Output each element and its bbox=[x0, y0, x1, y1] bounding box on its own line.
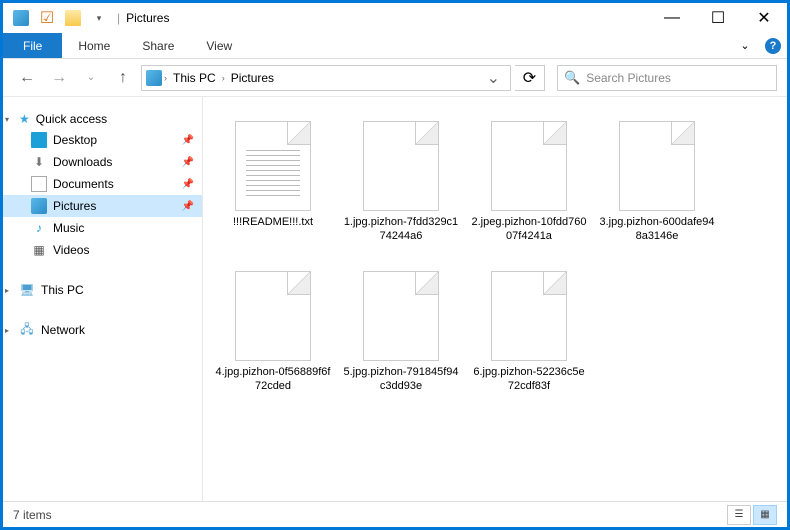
pin-icon: 📌 bbox=[182, 157, 194, 168]
sidebar-item-documents[interactable]: Documents 📌 bbox=[3, 173, 202, 195]
pin-icon: 📌 bbox=[182, 179, 194, 190]
sidebar-item-desktop[interactable]: Desktop 📌 bbox=[3, 129, 202, 151]
textfile-icon bbox=[235, 121, 311, 211]
recent-locations-button[interactable]: ⌄ bbox=[77, 64, 105, 92]
network-icon: 🖧 bbox=[19, 322, 35, 338]
sidebar-item-music[interactable]: ♪ Music bbox=[3, 217, 202, 239]
tab-home[interactable]: Home bbox=[62, 33, 126, 58]
download-icon: ⬇ bbox=[31, 154, 47, 170]
up-button[interactable]: ↑ bbox=[109, 64, 137, 92]
maximize-button[interactable]: ☐ bbox=[695, 3, 741, 33]
location-icon bbox=[146, 70, 162, 86]
pictures-icon bbox=[31, 198, 47, 214]
file-icon bbox=[491, 121, 567, 211]
view-details-button[interactable]: ☰ bbox=[727, 505, 751, 525]
file-label: !!!README!!!.txt bbox=[233, 215, 313, 229]
video-icon: ▦ bbox=[31, 242, 47, 258]
window-title: Pictures bbox=[126, 11, 169, 25]
address-dropdown-icon[interactable]: ⌄ bbox=[481, 68, 506, 88]
file-label: 6.jpg.pizhon-52236c5e72cdf83f bbox=[471, 365, 587, 394]
navigation-pane[interactable]: ▾ ★ Quick access Desktop 📌 ⬇ Downloads 📌… bbox=[3, 97, 203, 501]
search-input[interactable]: 🔍 Search Pictures bbox=[557, 65, 777, 91]
ribbon-expand-icon[interactable]: ⌄ bbox=[731, 33, 759, 58]
pin-icon: 📌 bbox=[182, 135, 194, 146]
star-icon: ★ bbox=[19, 112, 30, 126]
sidebar-item-thispc[interactable]: ▸ 🖥 This PC bbox=[3, 279, 202, 301]
crumb-separator-icon[interactable]: › bbox=[164, 73, 167, 83]
file-list[interactable]: !!!README!!!.txt 1.jpg.pizhon-7fdd329c174… bbox=[203, 97, 787, 501]
qat-customize-icon[interactable]: ▾ bbox=[87, 6, 111, 30]
file-label: 5.jpg.pizhon-791845f94c3dd93e bbox=[343, 365, 459, 394]
pc-icon: 🖥 bbox=[19, 282, 35, 298]
file-item[interactable]: 4.jpg.pizhon-0f56889f6f72cded bbox=[209, 265, 337, 415]
sidebar-item-quickaccess[interactable]: ▾ ★ Quick access bbox=[3, 109, 202, 129]
refresh-button[interactable]: ⟳ bbox=[515, 65, 545, 91]
file-icon bbox=[363, 121, 439, 211]
crumb-separator-icon[interactable]: › bbox=[222, 73, 225, 83]
status-bar: 7 items ☰ ▦ bbox=[3, 501, 787, 527]
quick-access-toolbar: ☑ ▾ bbox=[9, 6, 111, 30]
tab-view[interactable]: View bbox=[190, 33, 248, 58]
breadcrumb[interactable]: This PC bbox=[169, 71, 220, 85]
tab-file[interactable]: File bbox=[3, 33, 62, 58]
qat-properties-icon[interactable]: ☑ bbox=[35, 6, 59, 30]
explorer-window: ☑ ▾ | Pictures — ☐ ✕ File Home Share Vie… bbox=[3, 3, 787, 527]
file-icon bbox=[491, 271, 567, 361]
app-icon bbox=[9, 6, 33, 30]
file-icon bbox=[619, 121, 695, 211]
tab-share[interactable]: Share bbox=[126, 33, 190, 58]
ribbon: File Home Share View ⌄ ? bbox=[3, 33, 787, 59]
sidebar-item-downloads[interactable]: ⬇ Downloads 📌 bbox=[3, 151, 202, 173]
sidebar-item-pictures[interactable]: Pictures 📌 bbox=[3, 195, 202, 217]
item-count: 7 items bbox=[13, 508, 52, 522]
file-icon bbox=[363, 271, 439, 361]
pin-icon: 📌 bbox=[182, 201, 194, 212]
file-item[interactable]: 1.jpg.pizhon-7fdd329c174244a6 bbox=[337, 115, 465, 265]
back-button[interactable]: ← bbox=[13, 64, 41, 92]
desktop-icon bbox=[31, 132, 47, 148]
sidebar-item-network[interactable]: ▸ 🖧 Network bbox=[3, 319, 202, 341]
minimize-button[interactable]: — bbox=[649, 3, 695, 33]
file-label: 3.jpg.pizhon-600dafe948a3146e bbox=[599, 215, 715, 244]
close-button[interactable]: ✕ bbox=[741, 3, 787, 33]
main-area: ▾ ★ Quick access Desktop 📌 ⬇ Downloads 📌… bbox=[3, 97, 787, 501]
file-item[interactable]: 5.jpg.pizhon-791845f94c3dd93e bbox=[337, 265, 465, 415]
titlebar[interactable]: ☑ ▾ | Pictures — ☐ ✕ bbox=[3, 3, 787, 33]
view-largeicons-button[interactable]: ▦ bbox=[753, 505, 777, 525]
help-button[interactable]: ? bbox=[759, 33, 787, 58]
chevron-right-icon[interactable]: ▸ bbox=[5, 286, 9, 295]
qat-newfolder-icon[interactable] bbox=[61, 6, 85, 30]
forward-button[interactable]: → bbox=[45, 64, 73, 92]
file-item[interactable]: !!!README!!!.txt bbox=[209, 115, 337, 265]
breadcrumb[interactable]: Pictures bbox=[227, 71, 278, 85]
file-item[interactable]: 6.jpg.pizhon-52236c5e72cdf83f bbox=[465, 265, 593, 415]
file-item[interactable]: 2.jpeg.pizhon-10fdd76007f4241a bbox=[465, 115, 593, 265]
file-item[interactable]: 3.jpg.pizhon-600dafe948a3146e bbox=[593, 115, 721, 265]
file-label: 2.jpeg.pizhon-10fdd76007f4241a bbox=[471, 215, 587, 244]
title-separator: | bbox=[117, 11, 120, 25]
sidebar-item-videos[interactable]: ▦ Videos bbox=[3, 239, 202, 261]
search-placeholder: Search Pictures bbox=[586, 71, 671, 85]
navigation-bar: ← → ⌄ ↑ › This PC › Pictures ⌄ ⟳ 🔍 Searc… bbox=[3, 59, 787, 97]
chevron-down-icon[interactable]: ▾ bbox=[5, 115, 9, 124]
file-label: 1.jpg.pizhon-7fdd329c174244a6 bbox=[343, 215, 459, 244]
file-icon bbox=[235, 271, 311, 361]
search-icon: 🔍 bbox=[564, 70, 580, 86]
chevron-right-icon[interactable]: ▸ bbox=[5, 326, 9, 335]
music-icon: ♪ bbox=[31, 220, 47, 236]
address-bar[interactable]: › This PC › Pictures ⌄ bbox=[141, 65, 511, 91]
document-icon bbox=[31, 176, 47, 192]
file-label: 4.jpg.pizhon-0f56889f6f72cded bbox=[215, 365, 331, 394]
